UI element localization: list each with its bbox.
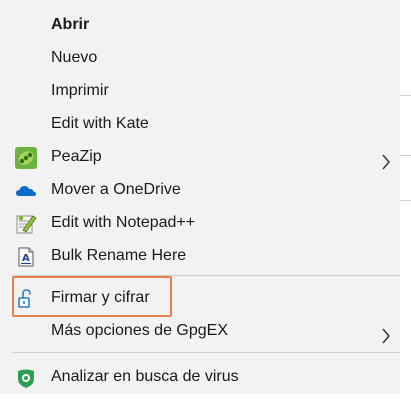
menu-item-label: Bulk Rename Here xyxy=(51,247,187,264)
background-divider xyxy=(400,200,411,201)
peazip-icon xyxy=(15,147,37,169)
menu-item-mas-opciones-gpgex[interactable]: Más opciones de GpgEX xyxy=(0,314,400,347)
background-divider xyxy=(400,155,411,156)
menu-item-label: Edit with Notepad++ xyxy=(51,214,196,231)
antivirus-shield-icon xyxy=(15,367,35,388)
svg-text:A: A xyxy=(22,253,30,264)
highlight-frame xyxy=(12,276,172,317)
menu-item-peazip[interactable]: PeaZip xyxy=(0,140,400,173)
chevron-right-icon xyxy=(381,149,391,170)
menu-item-nuevo[interactable]: Nuevo xyxy=(0,41,400,74)
menu-item-edit-with-notepadpp[interactable]: Edit with Notepad++ xyxy=(0,206,400,239)
menu-item-analizar-virus[interactable]: Analizar en busca de virus xyxy=(0,360,400,393)
menu-item-label: Mover a OneDrive xyxy=(51,181,181,198)
background-divider xyxy=(400,95,411,96)
menu-separator xyxy=(12,352,400,353)
background-window-edge xyxy=(400,0,411,394)
onedrive-cloud-icon xyxy=(15,180,36,200)
menu-item-imprimir[interactable]: Imprimir xyxy=(0,74,400,107)
chevron-right-icon xyxy=(381,323,391,344)
menu-item-bulk-rename-here[interactable]: A Bulk Rename Here xyxy=(0,239,400,272)
bulk-rename-icon: A xyxy=(15,246,35,267)
menu-item-label: Nuevo xyxy=(51,49,98,66)
menu-item-abrir[interactable]: Abrir xyxy=(0,8,400,41)
notepadplusplus-icon xyxy=(15,213,37,234)
menu-item-label: Imprimir xyxy=(51,82,109,99)
context-menu: Abrir Nuevo Imprimir Edit with Kate PeaZ… xyxy=(0,0,400,394)
menu-item-label: Más opciones de GpgEX xyxy=(51,322,228,339)
menu-item-label: Analizar en busca de virus xyxy=(51,368,239,385)
menu-item-label: PeaZip xyxy=(51,148,102,165)
menu-item-mover-a-onedrive[interactable]: Mover a OneDrive xyxy=(0,173,400,206)
menu-item-edit-with-kate[interactable]: Edit with Kate xyxy=(0,107,400,140)
menu-item-label: Edit with Kate xyxy=(51,115,149,132)
menu-item-label: Abrir xyxy=(51,16,90,33)
